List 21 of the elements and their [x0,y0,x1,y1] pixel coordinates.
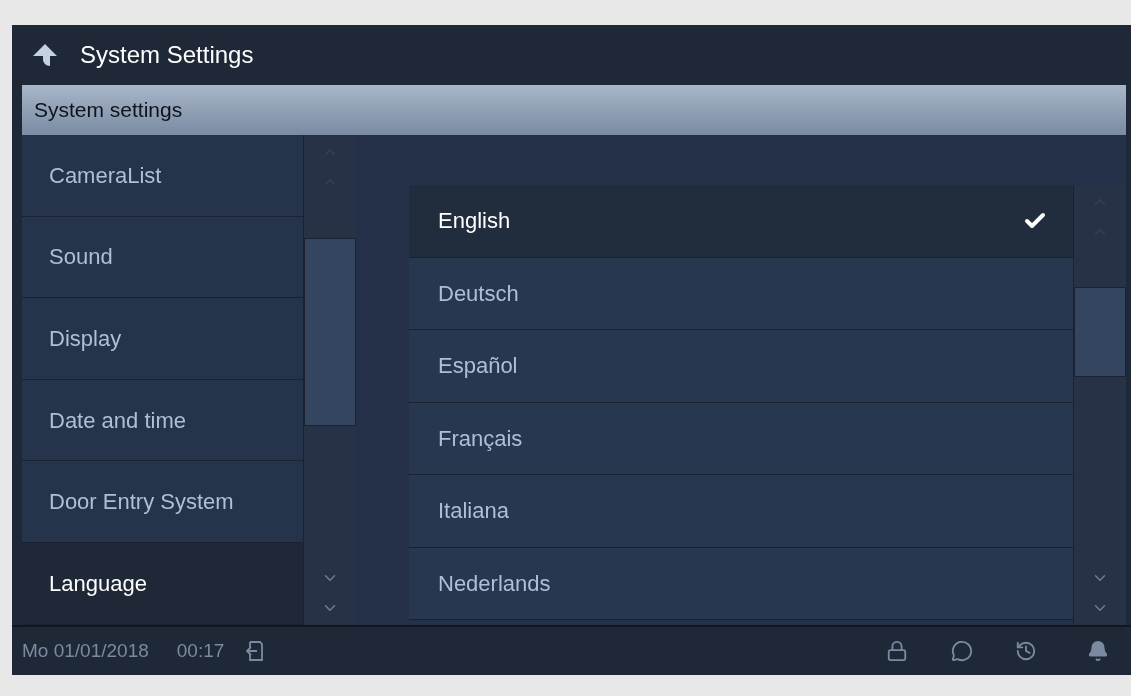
scrollbar[interactable] [303,135,356,625]
language-option[interactable]: Deutsch [409,257,1073,330]
language-option[interactable]: English [409,185,1073,258]
language-option[interactable]: Nederlands [409,547,1073,620]
menu-item[interactable]: Language [22,542,303,625]
chat-icon[interactable] [951,640,973,662]
scrollbar-thumb[interactable] [304,238,356,426]
page-title: System Settings [80,40,254,70]
status-date: Mo 01/01/2018 [22,638,149,663]
exit-icon[interactable] [244,640,265,662]
scrollbar-thumb[interactable] [1074,287,1126,377]
language-option[interactable]: Français [409,402,1073,475]
lock-icon[interactable] [886,640,908,662]
language-option[interactable]: Italiana [409,475,1073,548]
scrollbar[interactable] [1073,185,1126,625]
back-arrow-icon[interactable] [32,43,58,67]
section-header: System settings [22,85,1126,135]
bell-icon[interactable] [1087,640,1109,662]
language-option[interactable]: Español [409,330,1073,403]
status-time: 00:17 [176,638,225,663]
history-icon[interactable] [1015,640,1037,662]
